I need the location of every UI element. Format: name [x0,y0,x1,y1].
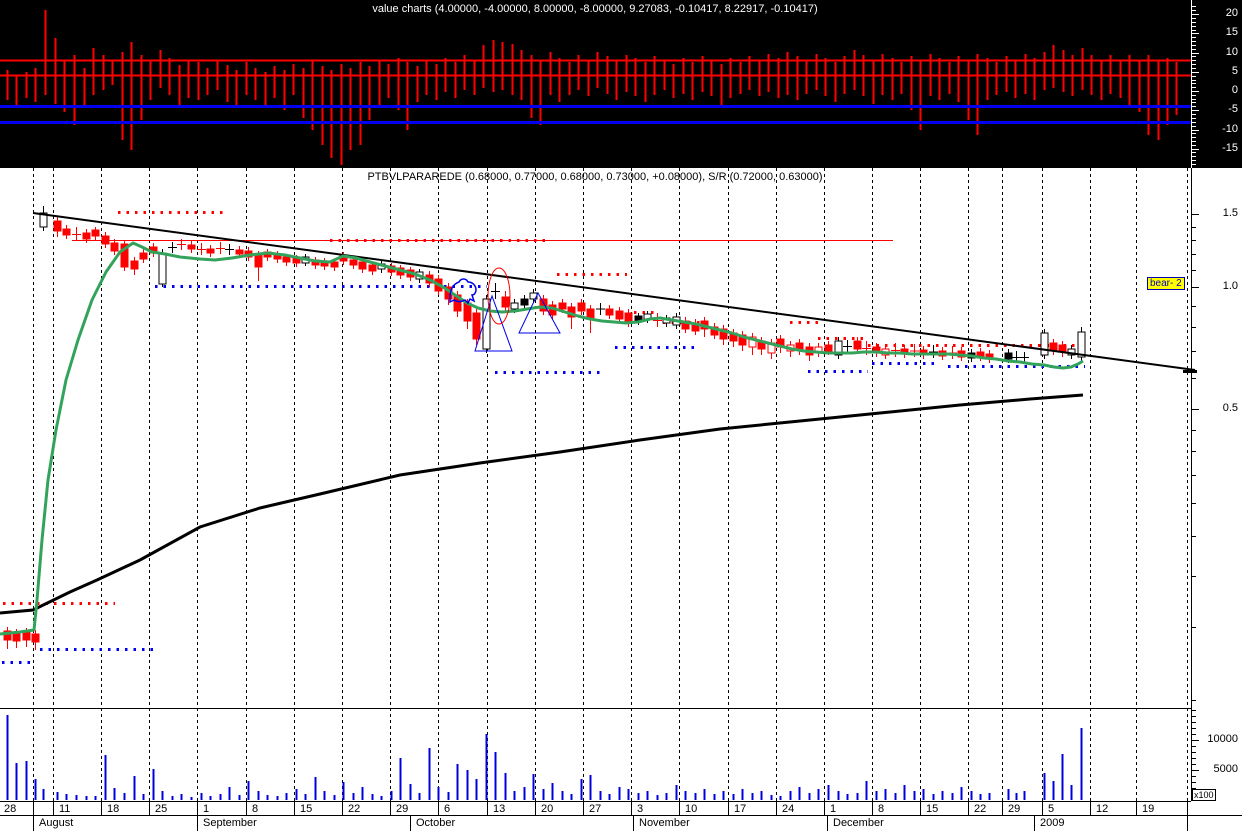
candle-body [615,310,624,320]
date-tick-label: 27 [589,803,602,815]
candle-body [853,340,862,350]
volume-axis-label: 10000 [1207,733,1238,745]
indicator-axis-label: 10 [1225,46,1238,58]
date-tick-label: 28 [4,803,17,815]
month-tick-label: September [203,817,257,829]
indicator-axis-label: -10 [1222,123,1238,135]
candle-body [130,260,139,270]
date-tick-label: 20 [541,803,554,815]
month-tick-label: December [833,817,884,829]
candle-body [139,252,148,260]
date-tick-label: 10 [685,803,698,815]
month-tick-label: 2009 [1040,817,1065,829]
indicator-axis-label: 20 [1225,7,1238,19]
date-tick-label: 8 [878,803,885,815]
date-tick-label: 15 [300,803,313,815]
charting-application-window: value charts (4.00000, -4.00000, 8.00000… [0,0,1242,831]
indicator-axis-label: 15 [1225,26,1238,38]
candle-body [368,264,377,272]
date-tick-label: 12 [1096,803,1109,815]
candle-body [12,632,21,642]
candle-body [110,242,119,252]
candle-body [795,342,804,350]
date-tick-label: 29 [1008,803,1021,815]
indicator-panel-title: value charts (4.00000, -4.00000, 8.00000… [372,3,818,15]
candle-body [520,298,529,306]
candle-body [558,302,567,310]
date-tick-label: 8 [252,803,259,815]
indicator-axis-label: -15 [1222,142,1238,154]
candle-body [187,244,196,250]
candle-body [31,633,40,643]
date-tick-label: 22 [348,803,361,815]
candle-body [1058,344,1067,352]
candle-body [91,229,100,237]
candle-body [101,235,110,245]
candle-body [1040,332,1049,356]
date-tick-label: 25 [155,803,168,815]
candle-body [22,631,31,641]
date-tick-label: 5 [1048,803,1055,815]
candle-body [235,249,244,255]
candle-body [53,220,62,232]
price-axis-label: 0.5 [1222,402,1238,414]
date-tick-label: 19 [1142,803,1155,815]
date-tick-label: 3 [637,803,644,815]
date-tick-label: 13 [493,803,506,815]
price-axis-label: 1.5 [1222,207,1238,219]
candle-body [62,228,71,236]
month-tick-label: October [416,817,456,829]
candle-body [577,302,586,312]
candle-body [282,256,291,263]
date-tick-label: 6 [444,803,451,815]
indicator-axis-label: -5 [1228,103,1238,115]
candle-body [330,261,339,268]
date-tick-label: 17 [734,803,747,815]
candle-body [358,261,367,270]
chart-canvas [0,0,1242,831]
indicator-axis-label: 0 [1231,84,1238,96]
date-tick-label: 22 [974,803,987,815]
month-tick-label: November [639,817,690,829]
date-tick-label: 11 [59,803,71,815]
date-tick-label: 15 [926,803,939,815]
candle-body [158,252,167,285]
candle-body [605,308,614,316]
date-tick-label: 1 [830,803,837,815]
candle-body [254,254,263,268]
bear-annotation-label[interactable]: bear- 2 [1147,277,1185,290]
volume-axis-label: 5000 [1213,763,1238,775]
candle-body [472,312,481,340]
candle-body [1004,352,1013,360]
indicator-axis-label: 5 [1231,65,1238,77]
candle-body [82,232,91,240]
price-panel-title: PTBVLPARAREDE (0.68000, 0.77000, 0.68000… [367,171,823,183]
candle-body [510,302,519,310]
candle-body [539,298,548,312]
candle-body [349,259,358,266]
date-tick-label: 29 [396,803,409,815]
price-axis-label: 1.0 [1222,280,1238,292]
month-tick-label: August [39,817,74,829]
date-tick-label: 18 [107,803,120,815]
candle-body [501,296,510,308]
date-tick-label: 1 [203,803,210,815]
candle-body [824,344,833,352]
volume-unit-label: x100 [1192,789,1216,801]
descending-trendline [32,212,1196,371]
date-tick-label: 24 [782,803,795,815]
candle-body [1077,331,1086,358]
candle-body [206,248,215,254]
